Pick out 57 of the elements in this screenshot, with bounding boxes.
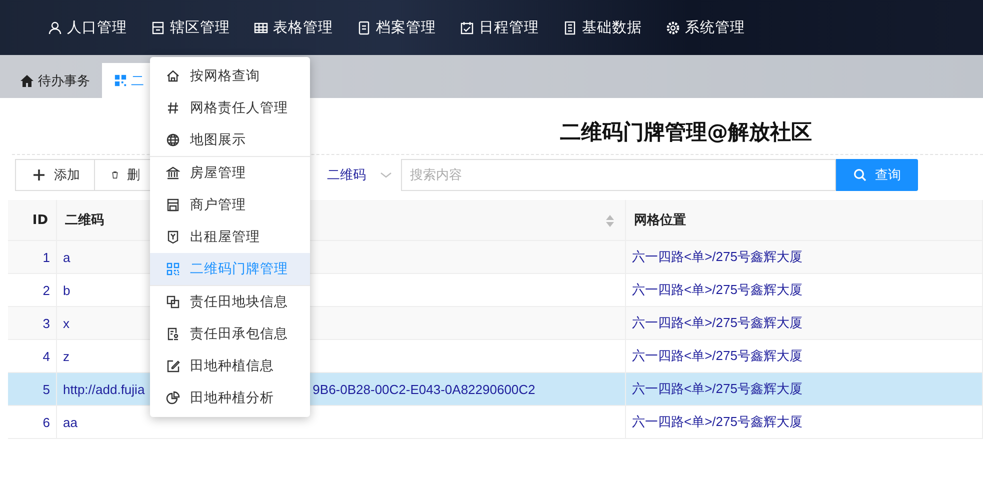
nav-menu-item[interactable]: 档案管理 bbox=[357, 18, 436, 37]
column-header[interactable]: ID bbox=[8, 200, 56, 240]
nav-menu-item[interactable]: 日程管理 bbox=[460, 18, 539, 37]
search-icon bbox=[853, 168, 867, 182]
calendar-icon bbox=[460, 20, 474, 34]
table-cell: 6 bbox=[8, 406, 56, 438]
add-button[interactable]: 添加 bbox=[15, 159, 95, 191]
qr-icon bbox=[166, 262, 180, 276]
plus-icon bbox=[32, 168, 46, 182]
table-cell-text: aa bbox=[63, 414, 78, 430]
house-icon bbox=[166, 69, 180, 83]
table-cell: 六一四路<单>/275号鑫辉大厦 bbox=[626, 406, 982, 438]
nav-menu-item[interactable]: 系统管理 bbox=[666, 18, 745, 37]
table-cell: 六一四路<单>/275号鑫辉大厦 bbox=[626, 306, 982, 340]
building-icon bbox=[151, 20, 165, 34]
globe-icon bbox=[166, 133, 180, 147]
menu-item[interactable]: 田地种植信息 bbox=[150, 350, 310, 382]
shop-icon bbox=[166, 198, 180, 212]
home-icon bbox=[20, 74, 34, 88]
table-cell-text: 9B6-0B28-00C2-E043-0A82290600C2 bbox=[312, 382, 536, 396]
tab[interactable]: 待办事务 bbox=[8, 63, 102, 98]
column-header[interactable]: 网格位置 bbox=[626, 200, 982, 240]
table-cell-text: b bbox=[63, 282, 70, 298]
table-cell: 六一四路<单>/275号鑫辉大厦 bbox=[626, 240, 982, 274]
hash-icon bbox=[166, 101, 180, 115]
bank-icon bbox=[166, 166, 180, 180]
table-cell: 六一四路<单>/275号鑫辉大厦 bbox=[626, 372, 982, 406]
search-field-select[interactable]: 二维码 bbox=[311, 159, 401, 191]
nav-menu-item[interactable]: 辖区管理 bbox=[151, 18, 230, 37]
nav-menu-item[interactable]: 基础数据 bbox=[563, 18, 642, 37]
menu-item[interactable]: 责任田承包信息 bbox=[150, 318, 310, 350]
shield-icon bbox=[166, 230, 180, 244]
menu-item[interactable]: 田地种植分析 bbox=[150, 382, 310, 414]
menu-item[interactable]: 地图展示 bbox=[150, 124, 310, 156]
table-cell-text: z bbox=[63, 348, 70, 364]
table-cell-text: x bbox=[63, 316, 70, 330]
form-icon bbox=[166, 327, 180, 341]
overlap-squares-icon bbox=[166, 295, 180, 309]
page-title: 二维码门牌管理@解放社区 bbox=[560, 119, 812, 146]
table-cell: 5 bbox=[8, 372, 56, 406]
table-cell-text: a bbox=[63, 250, 70, 264]
person-icon bbox=[48, 20, 62, 34]
pie-chart-icon bbox=[166, 391, 180, 405]
list-icon bbox=[563, 20, 577, 34]
table-cell: 3 bbox=[8, 306, 56, 340]
table-cell: 1 bbox=[8, 240, 56, 274]
document-icon bbox=[357, 20, 371, 34]
search-field[interactable]: 搜索内容 bbox=[401, 159, 836, 191]
edit-icon bbox=[166, 359, 180, 373]
nav-menu-item[interactable]: 人口管理 bbox=[48, 18, 127, 37]
table-cell-text: http://add.fujia bbox=[63, 382, 145, 396]
table-icon bbox=[254, 20, 268, 34]
menu-item[interactable]: 责任田地块信息 bbox=[150, 286, 310, 318]
settings-icon bbox=[666, 20, 680, 34]
qr-icon bbox=[114, 74, 127, 87]
sort-icon[interactable] bbox=[605, 214, 615, 228]
nav-menu-item[interactable]: 表格管理 bbox=[254, 18, 333, 37]
